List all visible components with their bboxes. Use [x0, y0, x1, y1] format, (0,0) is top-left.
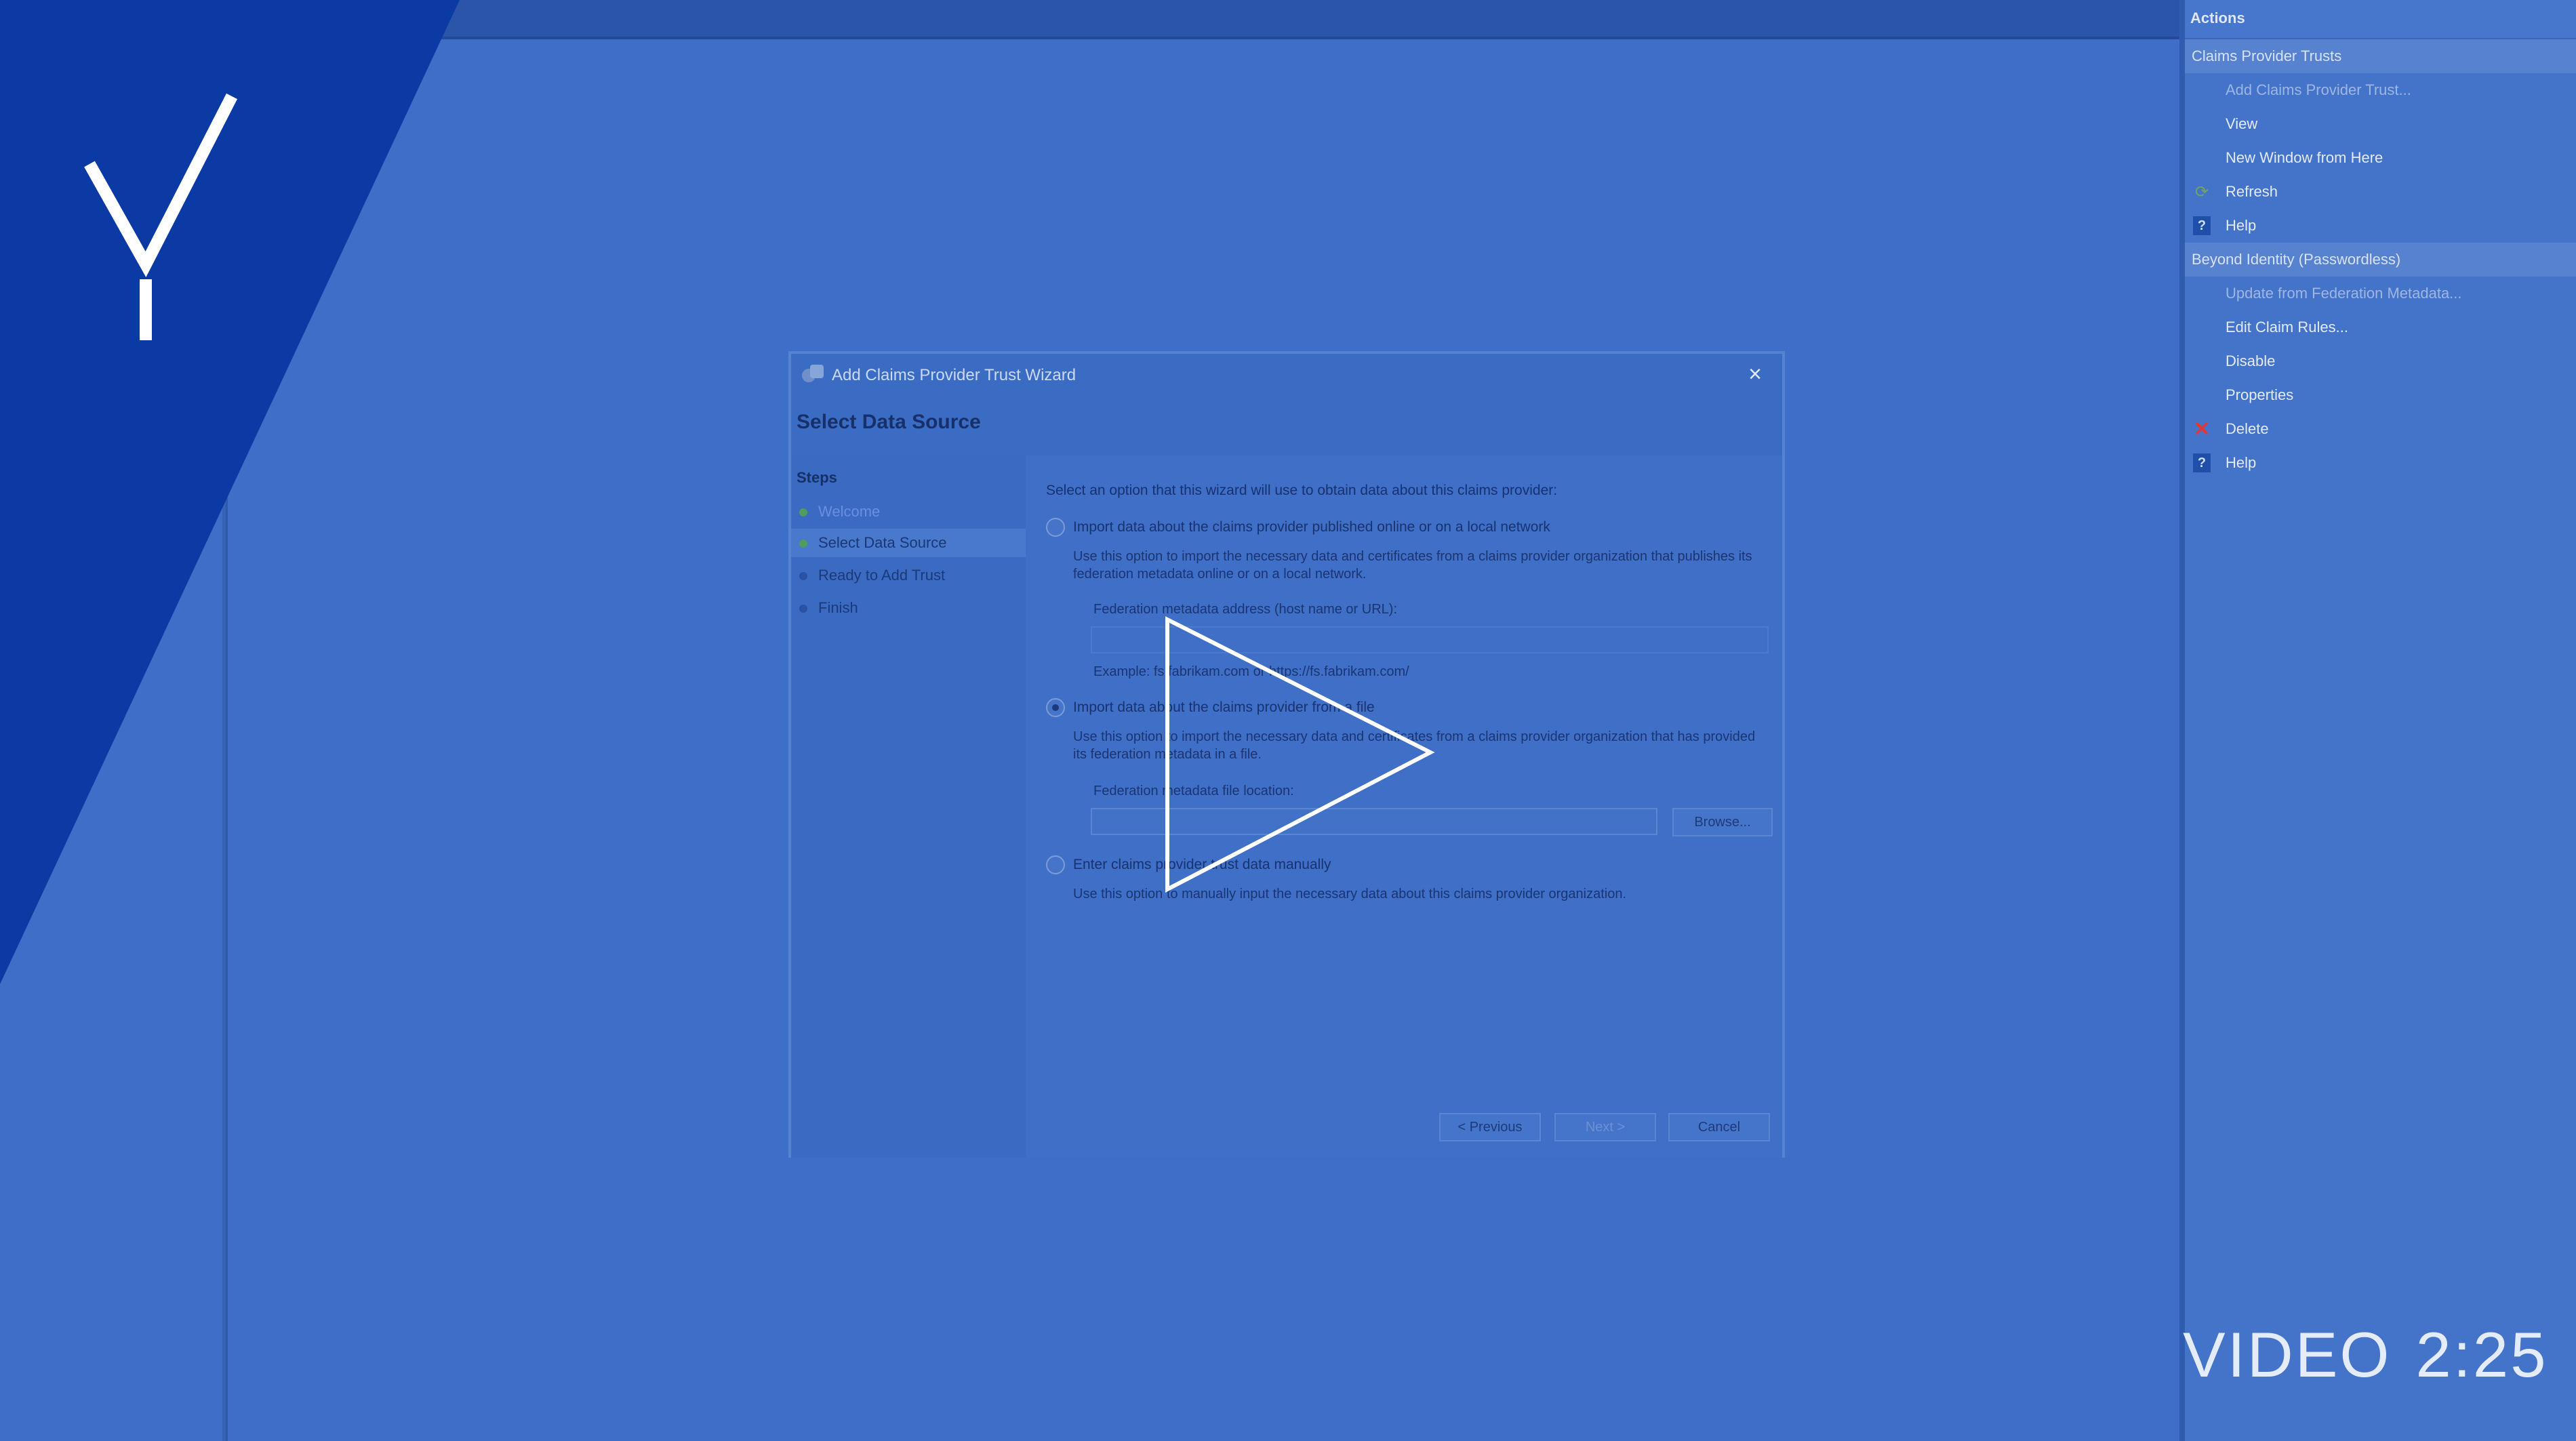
page-title: Select Data Source	[797, 411, 981, 433]
intro-text: Select an option that this wizard will u…	[1046, 483, 1558, 498]
action-label: Delete	[2226, 420, 2269, 437]
brand-corner	[0, 0, 460, 984]
action-help[interactable]: ? Help	[2185, 209, 2576, 243]
action-delete[interactable]: ✕ Delete	[2185, 412, 2576, 446]
step-status-icon	[799, 508, 807, 516]
cancel-button[interactable]: Cancel	[1668, 1113, 1770, 1141]
actions-group-claims-provider-trusts[interactable]: Claims Provider Trusts	[2185, 39, 2576, 73]
refresh-icon: ⟳	[2194, 182, 2209, 201]
step-finish: Finish	[791, 594, 1026, 622]
step-select-data-source: Select Data Source	[791, 529, 1026, 557]
action-label: Edit Claim Rules...	[2226, 319, 2348, 336]
step-label: Ready to Add Trust	[818, 567, 946, 584]
step-status-icon	[799, 605, 807, 613]
actions-header: Actions	[2185, 0, 2576, 39]
radio-import-file[interactable]	[1046, 698, 1065, 717]
dialog-title-bar[interactable]: Add Claims Provider Trust Wizard ×	[791, 354, 1782, 399]
action-help-2[interactable]: ? Help	[2185, 446, 2576, 480]
actions-pane: Actions Claims Provider Trusts Add Claim…	[2185, 0, 2576, 1441]
previous-button[interactable]: < Previous	[1439, 1113, 1541, 1141]
action-label: Properties	[2226, 386, 2294, 403]
browse-button[interactable]: Browse...	[1672, 808, 1773, 836]
action-refresh[interactable]: ⟳ Refresh	[2185, 175, 2576, 209]
option-online-label[interactable]: Import data about the claims provider pu…	[1073, 519, 1550, 535]
action-label: Refresh	[2226, 183, 2278, 200]
video-duration-label: VIDEO 2:25	[2183, 1318, 2548, 1392]
steps-panel: Steps Welcome Select Data Source Ready t…	[791, 455, 1026, 1158]
step-label: Welcome	[818, 503, 881, 520]
action-label: Add Claims Provider Trust...	[2226, 81, 2411, 98]
dialog-title: Add Claims Provider Trust Wizard	[832, 366, 1076, 384]
step-status-icon	[799, 572, 807, 580]
action-label: Update from Federation Metadata...	[2226, 285, 2462, 302]
action-disable[interactable]: Disable	[2185, 344, 2576, 378]
action-view[interactable]: View	[2185, 107, 2576, 141]
actions-group-beyond-identity[interactable]: Beyond Identity (Passwordless)	[2185, 243, 2576, 277]
video-duration: 2:25	[2415, 1319, 2548, 1390]
pane-divider[interactable]	[2179, 0, 2185, 1441]
action-update-federation-metadata: Update from Federation Metadata...	[2185, 277, 2576, 310]
action-properties[interactable]: Properties	[2185, 378, 2576, 412]
play-icon[interactable]	[1152, 610, 1444, 908]
action-label: Disable	[2226, 352, 2276, 369]
step-welcome[interactable]: Welcome	[791, 498, 1026, 526]
video-thumbnail[interactable]: Actions Claims Provider Trusts Add Claim…	[0, 0, 2576, 1441]
radio-import-online[interactable]	[1046, 518, 1065, 537]
steps-title: Steps	[797, 469, 837, 486]
help-icon: ?	[2193, 453, 2211, 472]
action-label: New Window from Here	[2226, 149, 2383, 166]
next-button: Next >	[1554, 1113, 1656, 1141]
action-label: Help	[2226, 454, 2257, 471]
radio-enter-manually[interactable]	[1046, 855, 1065, 874]
step-label: Finish	[818, 599, 858, 616]
brand-triangle	[0, 0, 460, 984]
close-icon[interactable]: ×	[1742, 361, 1769, 388]
action-label: Help	[2226, 217, 2257, 234]
step-ready-to-add-trust: Ready to Add Trust	[791, 561, 1026, 590]
option-online-description: Use this option to import the necessary …	[1073, 549, 1752, 582]
action-add-claims-provider-trust: Add Claims Provider Trust...	[2185, 73, 2576, 107]
wizard-app-icon	[802, 365, 825, 385]
video-label-text: VIDEO	[2183, 1319, 2392, 1390]
action-new-window[interactable]: New Window from Here	[2185, 141, 2576, 175]
step-label: Select Data Source	[818, 534, 947, 551]
action-edit-claim-rules[interactable]: Edit Claim Rules...	[2185, 310, 2576, 344]
delete-icon: ✕	[2193, 418, 2211, 441]
step-status-icon	[799, 540, 807, 548]
help-icon: ?	[2193, 216, 2211, 235]
action-label: View	[2226, 115, 2258, 132]
